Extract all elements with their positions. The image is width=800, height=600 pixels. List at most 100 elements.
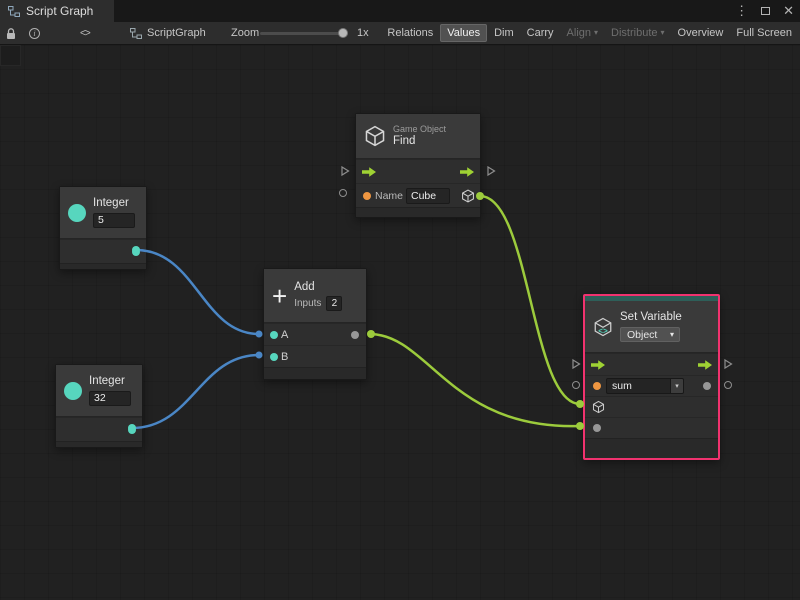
value-output-port[interactable] (703, 382, 711, 390)
name-value-field[interactable]: Cube (406, 188, 450, 204)
name-label: Name (375, 190, 403, 202)
node-footer (264, 367, 366, 379)
wire-find-to-setvariable-object[interactable] (480, 196, 580, 404)
flow-output-marker[interactable] (486, 165, 496, 177)
relations-button[interactable]: Relations (381, 24, 439, 42)
node-game-object-find[interactable]: Game Object Find Name Cube (355, 113, 481, 218)
values-button[interactable]: Values (440, 24, 487, 42)
value-input-marker[interactable] (572, 381, 580, 389)
flow-port-row (585, 353, 718, 375)
flow-output-marker[interactable] (723, 358, 733, 370)
wire-add-to-setvariable-value[interactable] (371, 334, 580, 426)
chevron-down-icon: ▾ (661, 29, 665, 37)
inputs-count-field[interactable]: 2 (326, 296, 342, 311)
flow-output-port[interactable] (459, 166, 475, 178)
node-footer (585, 438, 718, 458)
object-input-port[interactable] (592, 401, 605, 414)
align-button[interactable]: Align▾ (561, 24, 604, 42)
code-icon: <> (80, 28, 90, 39)
flow-input-marker[interactable] (571, 358, 581, 370)
game-object-cube-icon (364, 125, 386, 147)
svg-text:<>: <> (598, 326, 608, 335)
chevron-down-icon: ▾ (670, 379, 683, 393)
node-header: Integer 32 (56, 365, 142, 417)
name-input-port[interactable] (363, 192, 371, 200)
flow-input-port[interactable] (590, 359, 606, 371)
info-icon: i (29, 28, 40, 39)
integer-value-field[interactable]: 32 (89, 391, 131, 406)
connection-endpoint (367, 330, 375, 338)
flow-input-marker[interactable] (340, 165, 350, 177)
integer-type-icon (64, 382, 82, 400)
port-row-b: B (264, 345, 366, 367)
node-footer (60, 263, 146, 269)
variable-name-input-port[interactable] (593, 382, 601, 390)
inputs-label: Inputs (294, 298, 321, 309)
port-label: A (281, 329, 288, 341)
zoom-slider-track[interactable] (260, 32, 348, 35)
node-add[interactable]: + Add Inputs 2 A B (263, 268, 367, 380)
value-output-port[interactable] (128, 426, 136, 434)
gameobject-output-port[interactable] (461, 189, 475, 203)
port-row-a: A (264, 323, 366, 345)
node-footer (56, 441, 142, 447)
inspector-toggle-button[interactable]: i (29, 22, 40, 44)
variable-scope-dropdown[interactable]: Object ▾ (620, 327, 680, 342)
fullscreen-button[interactable]: Full Screen (730, 24, 798, 42)
set-variable-icon: <> (593, 317, 613, 337)
zoom-slider[interactable] (260, 22, 348, 44)
dim-button[interactable]: Dim (488, 24, 520, 42)
breadcrumb-label: ScriptGraph (147, 27, 206, 39)
value-output-port[interactable] (132, 248, 140, 256)
edit-graph-button[interactable]: <> (80, 22, 90, 44)
window-menu-icon[interactable]: ⋮ (735, 3, 748, 19)
value-input-marker[interactable] (339, 189, 347, 197)
script-graph-icon (8, 6, 20, 17)
zoom-slider-knob[interactable] (338, 28, 348, 38)
add-operator-icon: + (272, 285, 287, 307)
wire-integer5-to-addA[interactable] (136, 250, 259, 334)
node-title: Find (393, 135, 446, 148)
output-port-row (56, 417, 142, 441)
value-output-marker[interactable] (724, 381, 732, 389)
breadcrumb[interactable]: ScriptGraph (130, 22, 206, 44)
value-input-port[interactable] (593, 424, 601, 432)
graph-asset-icon (130, 28, 142, 39)
result-output-port[interactable] (351, 331, 359, 339)
node-set-variable[interactable]: <> Set Variable Object ▾ sum ▾ (583, 294, 720, 460)
flow-input-port[interactable] (361, 166, 377, 178)
chevron-down-icon: ▾ (670, 331, 674, 339)
close-icon[interactable]: ✕ (783, 3, 794, 19)
input-port-a[interactable] (270, 331, 278, 339)
connection-endpoint (256, 331, 263, 338)
node-integer-5[interactable]: Integer 5 (59, 186, 147, 270)
wire-integer32-to-addB[interactable] (132, 355, 259, 428)
variable-name-row: sum ▾ (585, 375, 718, 396)
carry-button[interactable]: Carry (521, 24, 560, 42)
connection-endpoint (256, 352, 263, 359)
graph-canvas[interactable]: Integer 5 Integer 32 + Add (0, 45, 800, 600)
node-integer-32[interactable]: Integer 32 (55, 364, 143, 448)
tab-script-graph[interactable]: Script Graph (0, 0, 114, 22)
node-title: Set Variable (620, 311, 682, 324)
node-category: Game Object (393, 124, 446, 135)
tab-title: Script Graph (26, 4, 93, 18)
maximize-icon[interactable] (761, 7, 770, 15)
input-port-b[interactable] (270, 353, 278, 361)
lock-button[interactable] (5, 22, 17, 44)
graph-toolbar: i <> ScriptGraph Zoom 1x Relations Value… (0, 22, 800, 45)
flow-port-row (356, 159, 480, 183)
node-title: Add (294, 281, 342, 294)
flow-output-port[interactable] (697, 359, 713, 371)
inspector-collapsed-square (0, 45, 21, 66)
node-header: Integer 5 (60, 187, 146, 239)
overview-button[interactable]: Overview (672, 24, 730, 42)
node-title: Integer (89, 375, 131, 388)
integer-value-field[interactable]: 5 (93, 213, 135, 228)
zoom-label: Zoom (231, 22, 259, 44)
node-header: + Add Inputs 2 (264, 269, 366, 323)
variable-name-dropdown[interactable]: sum ▾ (606, 378, 684, 394)
distribute-button[interactable]: Distribute▾ (605, 24, 670, 42)
chevron-down-icon: ▾ (594, 29, 598, 37)
node-header: <> Set Variable Object ▾ (585, 301, 718, 353)
